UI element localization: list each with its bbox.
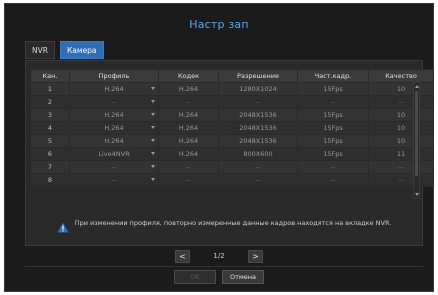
cell-channel: 4 xyxy=(30,121,70,135)
chevron-down-icon[interactable] xyxy=(151,165,155,168)
cell-quality: -- xyxy=(368,160,434,174)
chevron-down-icon[interactable] xyxy=(151,113,155,116)
chevron-down-icon[interactable] xyxy=(151,87,155,90)
table-row[interactable]: 6 Live4NVR H.264 800X600 15Fps 11 xyxy=(30,147,434,161)
cell-framerate: -- xyxy=(297,160,369,174)
scroll-up-icon[interactable] xyxy=(415,85,419,88)
chevron-down-icon[interactable] xyxy=(151,100,155,103)
cell-channel: 6 xyxy=(30,147,70,161)
table-container: Кан. Профиль Кодек Разрешение Част.кадр.… xyxy=(30,69,434,199)
cell-quality: -- xyxy=(368,173,434,187)
col-header-framerate: Част.кадр. xyxy=(297,69,369,83)
prev-page-button[interactable]: < xyxy=(175,249,190,263)
dialog-title: Настр зап xyxy=(189,18,249,31)
cell-resolution: -- xyxy=(218,173,298,187)
cell-quality: 10 xyxy=(368,134,434,148)
pagination: < 1/2 > xyxy=(5,248,433,264)
tab-nvr[interactable]: NVR xyxy=(25,41,55,59)
cell-channel: 7 xyxy=(30,160,70,174)
col-header-profile: Профиль xyxy=(69,69,159,83)
cell-framerate: 15Fps xyxy=(297,82,369,96)
cell-profile[interactable]: H.264 xyxy=(69,121,159,135)
cell-resolution: 2048X1536 xyxy=(218,108,298,122)
table-row[interactable]: 7 -- -- -- -- -- xyxy=(30,160,434,174)
dialog-buttons: OK Отмена xyxy=(5,270,433,284)
cell-framerate: 15Fps xyxy=(297,121,369,135)
camera-table: Кан. Профиль Кодек Разрешение Част.кадр.… xyxy=(30,69,434,187)
chevron-down-icon[interactable] xyxy=(151,152,155,155)
cell-profile[interactable]: -- xyxy=(69,95,159,109)
col-header-channel: Кан. xyxy=(30,69,70,83)
col-header-quality: Качество xyxy=(368,69,434,83)
cell-codec: H.264 xyxy=(158,147,219,161)
cell-channel: 8 xyxy=(30,173,70,187)
cell-profile[interactable]: H.264 xyxy=(69,134,159,148)
cell-quality: -- xyxy=(368,95,434,109)
scroll-thumb[interactable] xyxy=(415,91,418,176)
table-header-row: Кан. Профиль Кодек Разрешение Част.кадр.… xyxy=(30,69,434,83)
cell-framerate: -- xyxy=(297,173,369,187)
cell-quality: 10 xyxy=(368,121,434,135)
cell-resolution: 2048X1536 xyxy=(218,134,298,148)
cell-codec: -- xyxy=(158,160,219,174)
cell-codec: -- xyxy=(158,173,219,187)
cell-quality: 10 xyxy=(368,82,434,96)
cell-profile[interactable]: -- xyxy=(69,173,159,187)
next-page-button[interactable]: > xyxy=(248,249,263,263)
cell-profile[interactable]: -- xyxy=(69,160,159,174)
cell-codec: H.264 xyxy=(158,108,219,122)
table-scrollbar[interactable] xyxy=(413,82,420,199)
cell-codec: -- xyxy=(158,95,219,109)
col-header-resolution: Разрешение xyxy=(218,69,298,83)
table-row[interactable]: 8 -- -- -- -- -- xyxy=(30,173,434,187)
cancel-button[interactable]: Отмена xyxy=(222,270,264,284)
notice-bar: При изменении профиля, повторно измеренн… xyxy=(26,208,422,238)
cell-profile[interactable]: Live4NVR xyxy=(69,147,159,161)
table-row[interactable]: 3 H.264 H.264 2048X1536 15Fps 10 xyxy=(30,108,434,122)
cell-framerate: 15Fps xyxy=(297,147,369,161)
chevron-down-icon[interactable] xyxy=(151,126,155,129)
cell-channel: 3 xyxy=(30,108,70,122)
notice-text: При изменении профиля, повторно измеренн… xyxy=(74,219,392,227)
warning-icon xyxy=(57,218,69,232)
cell-channel: 2 xyxy=(30,95,70,109)
cell-profile[interactable]: H.264 xyxy=(69,82,159,96)
cell-resolution: 800X600 xyxy=(218,147,298,161)
table-row[interactable]: 2 -- -- -- -- -- xyxy=(30,95,434,109)
cell-codec: H.264 xyxy=(158,121,219,135)
cell-codec: H.264 xyxy=(158,134,219,148)
table-row[interactable]: 1 H.264 H.264 1280X1024 15Fps 10 xyxy=(30,82,434,96)
ok-button[interactable]: OK xyxy=(174,270,216,284)
table-row[interactable]: 4 H.264 H.264 2048X1536 15Fps 10 xyxy=(30,121,434,135)
cell-profile[interactable]: H.264 xyxy=(69,108,159,122)
cell-resolution: 1280X1024 xyxy=(218,82,298,96)
table-row[interactable]: 5 H.264 H.264 2048X1536 15Fps 10 xyxy=(30,134,434,148)
col-header-codec: Кодек xyxy=(158,69,219,83)
cell-resolution: -- xyxy=(218,160,298,174)
footer-divider xyxy=(25,266,423,267)
record-settings-dialog: Настр зап NVR Камера Кан. Профиль Кодек … xyxy=(4,3,434,292)
chevron-down-icon[interactable] xyxy=(151,139,155,142)
cell-quality: 11 xyxy=(368,147,434,161)
chevron-down-icon[interactable] xyxy=(151,178,155,181)
cell-codec: H.264 xyxy=(158,82,219,96)
tab-camera[interactable]: Камера xyxy=(59,41,104,59)
scroll-down-icon[interactable] xyxy=(415,193,419,196)
tab-bar: NVR Камера xyxy=(25,41,104,59)
page-indicator: 1/2 xyxy=(213,252,225,260)
cell-framerate: 15Fps xyxy=(297,108,369,122)
cell-framerate: -- xyxy=(297,95,369,109)
cell-quality: 10 xyxy=(368,108,434,122)
cell-resolution: -- xyxy=(218,95,298,109)
cell-resolution: 2048X1536 xyxy=(218,121,298,135)
cell-channel: 5 xyxy=(30,134,70,148)
camera-panel: Кан. Профиль Кодек Разрешение Част.кадр.… xyxy=(25,60,434,246)
cell-channel: 1 xyxy=(30,82,70,96)
cell-framerate: 15Fps xyxy=(297,134,369,148)
